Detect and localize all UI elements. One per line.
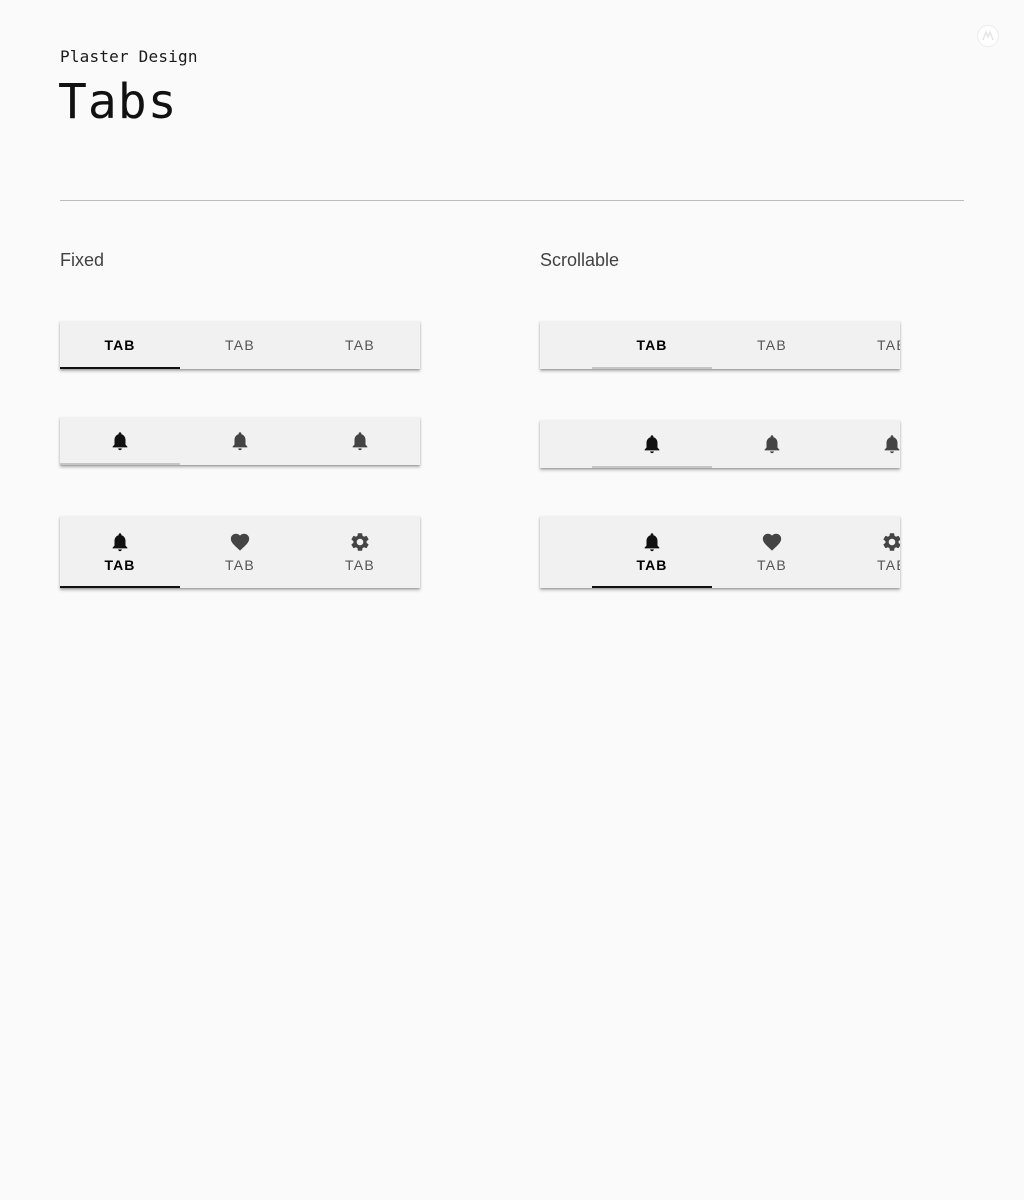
page-title: Tabs — [58, 74, 178, 130]
eyebrow-text: Plaster Design — [60, 47, 198, 66]
bell-icon — [109, 531, 131, 553]
fixed-icon-text-tabbar: TAB TAB TAB — [60, 516, 420, 588]
tab-fixed-icontext-1[interactable]: TAB — [60, 516, 180, 588]
bell-icon — [349, 430, 371, 452]
scrollable-section-label: Scrollable — [540, 250, 620, 270]
heart-icon — [229, 531, 251, 553]
tab-scroll-icon-1[interactable] — [592, 420, 712, 468]
tab-label: TAB — [344, 557, 376, 573]
bell-icon — [761, 433, 783, 455]
bell-icon — [109, 430, 131, 452]
active-tab-indicator — [60, 367, 180, 369]
gear-icon — [881, 531, 900, 553]
gear-icon — [349, 531, 371, 553]
tab-fixed-text-3[interactable]: TAB — [300, 321, 420, 369]
tab-label: TAB — [636, 337, 668, 353]
scrollable-icon-text-tabbar[interactable]: TAB TAB TAB — [540, 516, 900, 588]
tab-label: TAB — [876, 337, 900, 353]
tab-scroll-icon-2[interactable] — [712, 420, 832, 468]
tab-scroll-icontext-1[interactable]: TAB — [592, 516, 712, 588]
tab-label: TAB — [224, 337, 256, 353]
tab-label: TAB — [636, 557, 668, 573]
tab-scroll-text-1[interactable]: TAB — [592, 321, 712, 369]
tab-label: TAB — [224, 557, 256, 573]
tab-fixed-icontext-3[interactable]: TAB — [300, 516, 420, 588]
tab-label: TAB — [756, 557, 788, 573]
bell-icon — [641, 433, 663, 455]
tab-fixed-icon-1[interactable] — [60, 417, 180, 465]
tab-label: TAB — [104, 337, 136, 353]
active-tab-indicator — [592, 586, 712, 588]
bell-icon — [641, 531, 663, 553]
active-tab-indicator — [60, 586, 180, 588]
tab-label: TAB — [876, 557, 900, 573]
bell-icon — [229, 430, 251, 452]
tab-scroll-text-2[interactable]: TAB — [712, 321, 832, 369]
tab-fixed-text-1[interactable]: TAB — [60, 321, 180, 369]
divider — [60, 200, 964, 201]
fixed-text-tabbar: TAB TAB TAB — [60, 321, 420, 369]
tab-fixed-text-2[interactable]: TAB — [180, 321, 300, 369]
logo-icon — [977, 25, 999, 47]
tab-label: TAB — [104, 557, 136, 573]
tab-fixed-icon-3[interactable] — [300, 417, 420, 465]
bell-icon — [881, 433, 900, 455]
active-tab-indicator — [60, 463, 180, 465]
page: Plaster Design Tabs Fixed TAB TAB TAB TA… — [0, 0, 1024, 1200]
tab-scroll-icon-3[interactable] — [832, 420, 900, 468]
active-tab-indicator — [592, 466, 712, 468]
heart-icon — [761, 531, 783, 553]
tab-label: TAB — [756, 337, 788, 353]
tab-fixed-icontext-2[interactable]: TAB — [180, 516, 300, 588]
fixed-section-label: Fixed — [60, 250, 105, 270]
fixed-icon-tabbar — [60, 417, 420, 465]
tab-scroll-text-3[interactable]: TAB — [832, 321, 900, 369]
tab-scroll-icontext-3[interactable]: TAB — [832, 516, 900, 588]
scrollable-text-tabbar[interactable]: TAB TAB TAB — [540, 321, 900, 369]
active-tab-indicator — [592, 367, 712, 369]
tab-scroll-icontext-2[interactable]: TAB — [712, 516, 832, 588]
scrollable-icon-tabbar[interactable] — [540, 420, 900, 468]
tab-label: TAB — [344, 337, 376, 353]
tab-fixed-icon-2[interactable] — [180, 417, 300, 465]
